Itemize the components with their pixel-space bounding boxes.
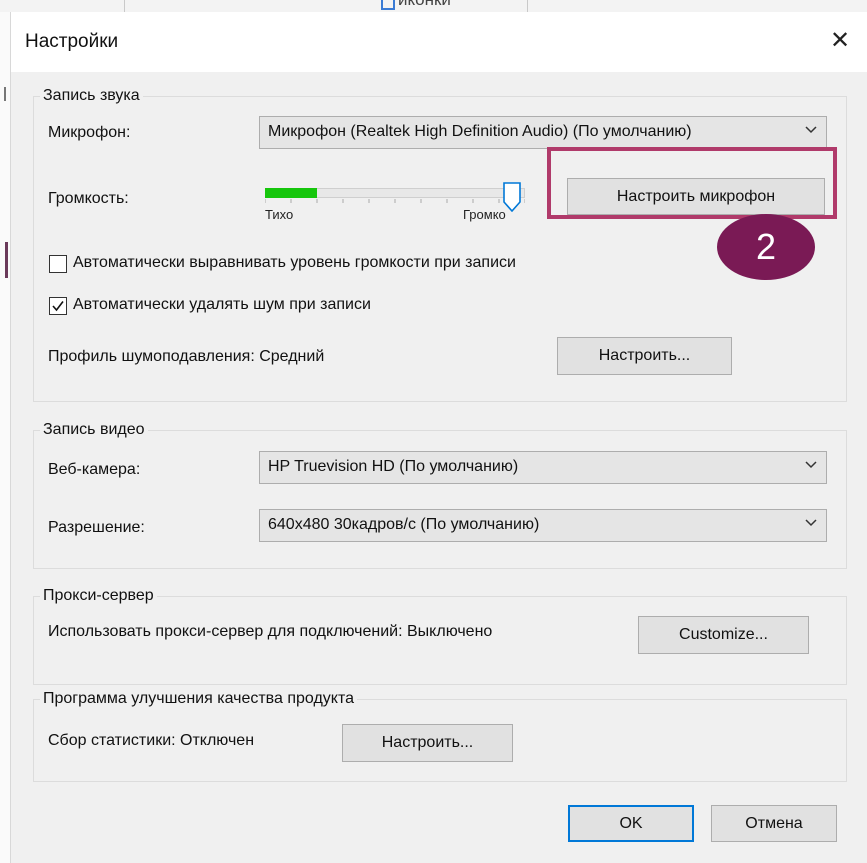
auto-noise-checkbox[interactable] [49,297,67,315]
auto-noise-label: Автоматически удалять шум при записи [73,296,371,313]
volume-max-label: Громко [463,207,506,222]
volume-label: Громкость: [48,190,129,207]
auto-level-checkbox[interactable] [49,255,67,273]
webcam-select-value: HP Truevision HD (По умолчанию) [268,458,519,475]
statistics-label: Сбор статистики: Отключен [48,732,255,749]
background-window-edge [0,12,11,863]
volume-min-label: Тихо [265,207,294,222]
volume-level-meter [265,188,317,198]
chevron-down-icon [804,123,818,137]
microphone-select-value: Микрофон (Realtek High Definition Audio)… [268,123,692,140]
microphone-label: Микрофон: [48,124,131,141]
background-edge-accent [5,242,8,278]
background-separator [124,0,125,12]
background-fragment-text: иконки [398,0,451,10]
noise-profile-label: Профиль шумоподавления: Средний [48,348,325,365]
volume-slider-ticks [265,199,525,203]
video-recording-legend: Запись видео [43,421,145,438]
proxy-customize-button[interactable]: Customize... [638,616,809,654]
microphone-select[interactable]: Микрофон (Realtek High Definition Audio)… [259,116,827,149]
chevron-down-icon [804,458,818,472]
background-separator [527,0,528,12]
noise-setup-button[interactable]: Настроить... [557,337,732,375]
audio-recording-legend: Запись звука [43,87,140,104]
webcam-label: Веб-камера: [48,461,141,478]
dialog-title: Настройки [25,31,119,52]
chevron-down-icon [804,516,818,530]
annotation-highlight-box [547,147,837,219]
cancel-button[interactable]: Отмена [711,805,837,842]
webcam-select[interactable]: HP Truevision HD (По умолчанию) [259,451,827,484]
background-icon [381,0,395,10]
proxy-legend: Прокси-сервер [43,587,154,604]
video-recording-group: Запись видео [33,421,847,569]
dialog-titlebar: Настройки ✕ [11,12,867,72]
quality-program-legend: Программа улучшения качества продукта [43,690,355,707]
resolution-label: Разрешение: [48,519,145,536]
resolution-select[interactable]: 640x480 30кадров/с (По умолчанию) [259,509,827,542]
auto-level-label: Автоматически выравнивать уровень громко… [73,254,516,271]
resolution-select-value: 640x480 30кадров/с (По умолчанию) [268,516,540,533]
ok-button[interactable]: OK [568,805,694,842]
background-edge-mark [4,87,6,101]
close-icon[interactable]: ✕ [825,26,855,56]
proxy-status-label: Использовать прокси-сервер для подключен… [48,623,493,640]
annotation-step-badge: 2 [717,214,815,280]
settings-dialog: Настройки ✕ Запись звука Микрофон: Микро… [11,12,867,863]
statistics-setup-button[interactable]: Настроить... [342,724,513,762]
checkmark-icon [52,301,64,312]
